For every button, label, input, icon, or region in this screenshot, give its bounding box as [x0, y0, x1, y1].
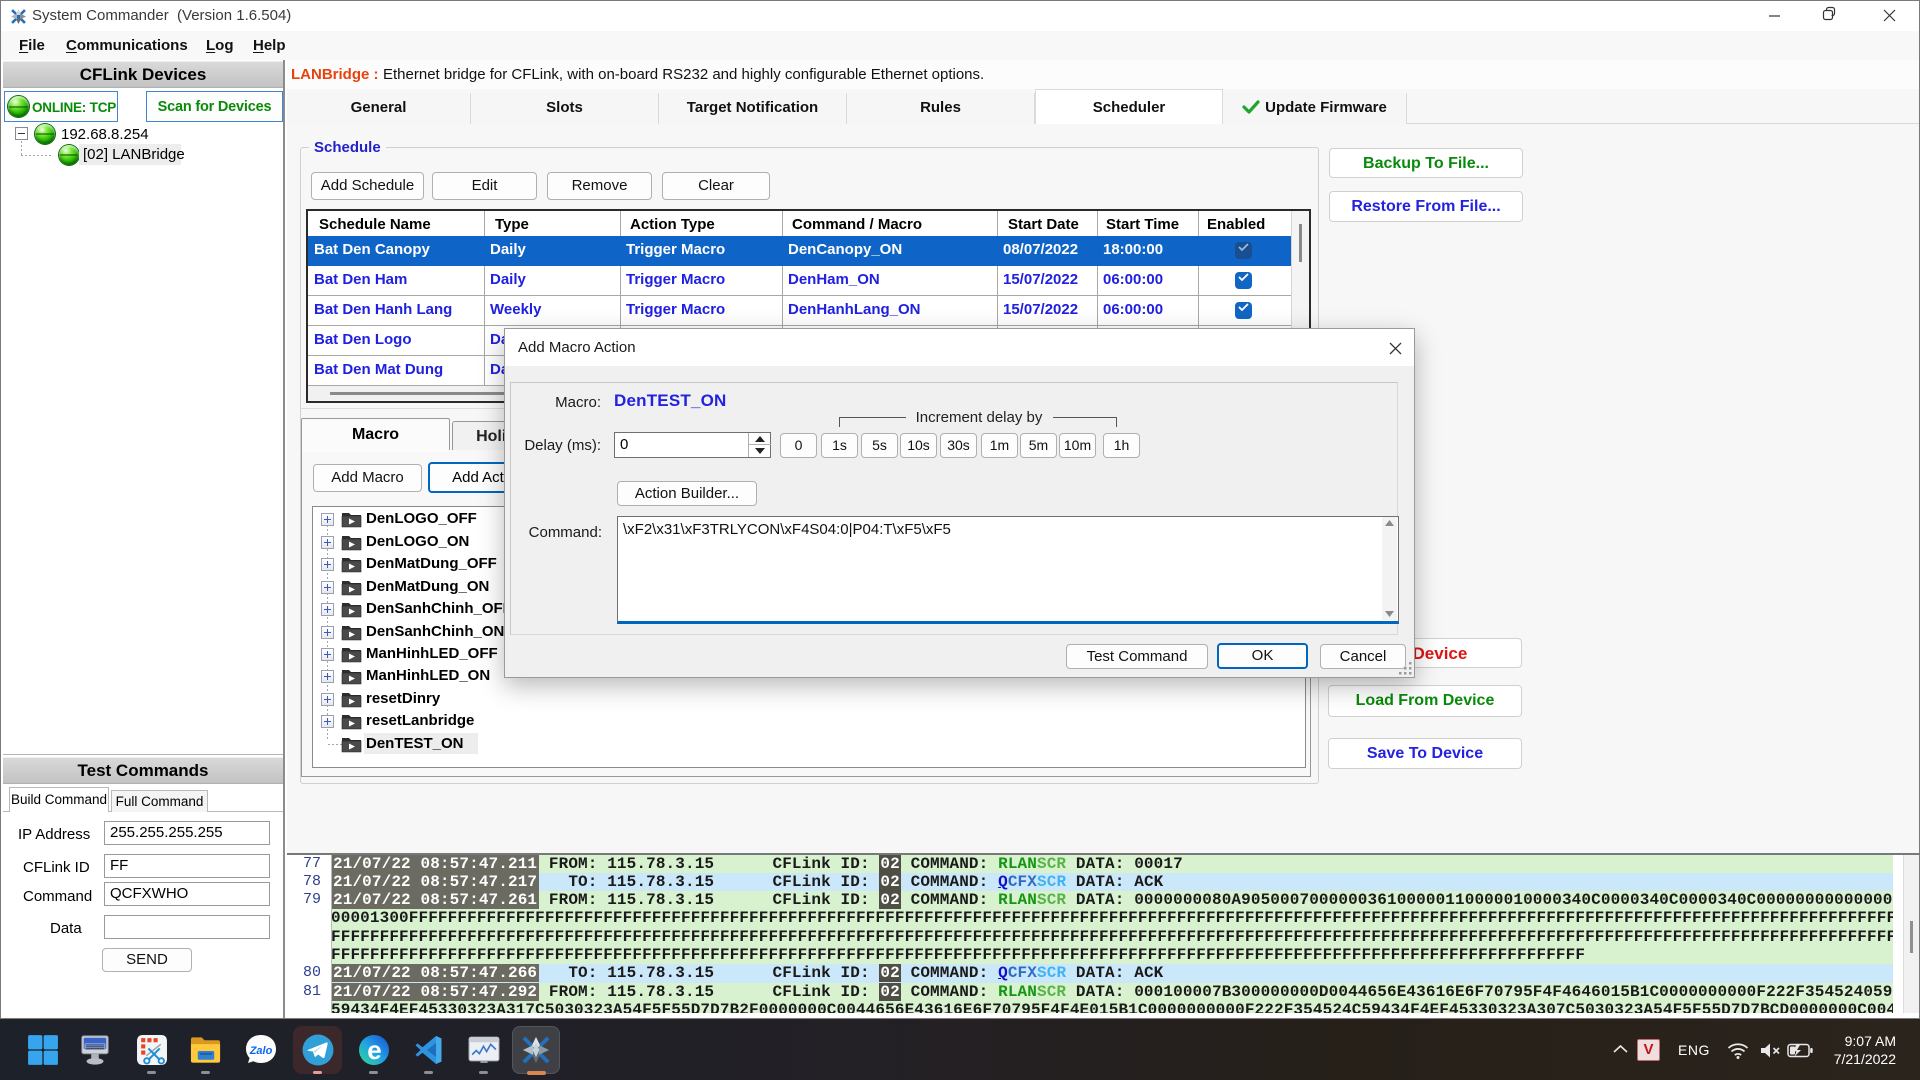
svg-text:Zalo: Zalo	[249, 1045, 273, 1057]
svg-text:e: e	[367, 1035, 381, 1065]
